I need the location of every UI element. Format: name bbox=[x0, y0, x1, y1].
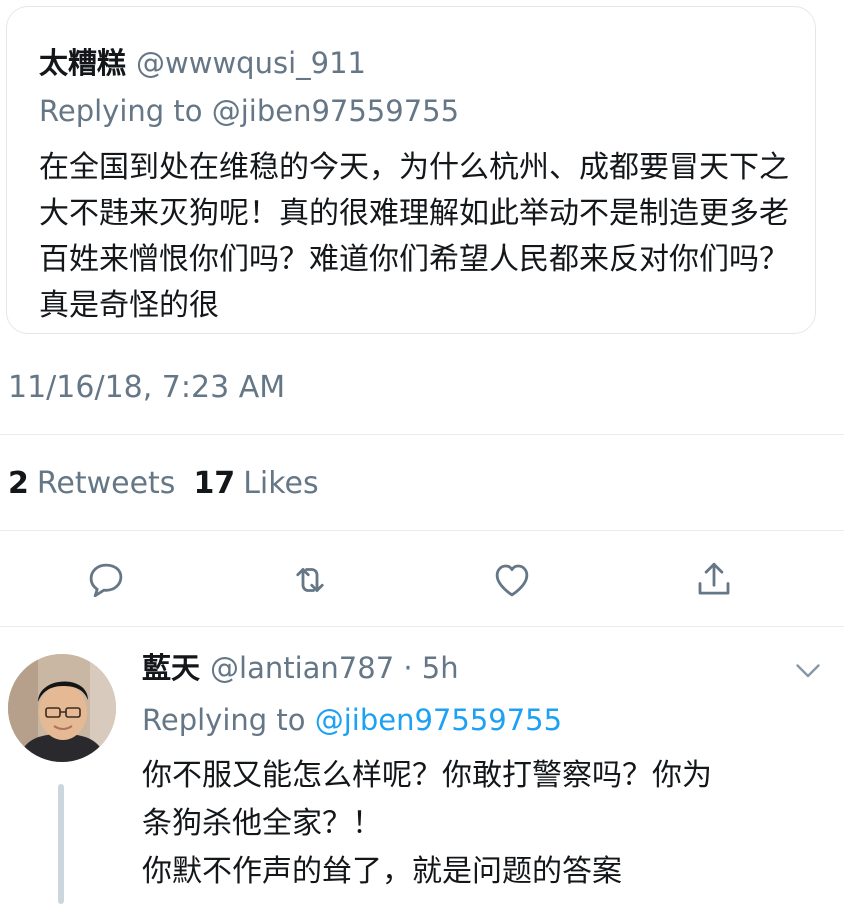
quoted-replying-to: Replying to @jiben97559755 bbox=[39, 94, 460, 128]
retweet-button[interactable] bbox=[286, 556, 334, 604]
reply-author-name[interactable]: 藍天 bbox=[142, 651, 200, 685]
reply-author-handle: @lantian787 · 5h bbox=[210, 651, 459, 685]
reply-text-line: 你不服又能怎么样呢？你敢打警察吗？你为 bbox=[142, 758, 712, 793]
reply-tweet-text: 你不服又能怎么样呢？你敢打警察吗？你为 条狗杀他全家？！ 你默不作声的耸了，就是… bbox=[142, 752, 832, 896]
share-button[interactable] bbox=[690, 556, 738, 604]
divider bbox=[0, 626, 844, 627]
divider bbox=[0, 530, 844, 531]
tweet-stats: 2 Retweets 17 Likes bbox=[8, 464, 319, 504]
reply-button[interactable] bbox=[82, 556, 130, 604]
quoted-tweet-text: 在全国到处在维稳的今天，为什么杭州、成都要冒天下之大不韪来灭狗呢！真的很难理解如… bbox=[39, 150, 789, 323]
likes-count: 17 bbox=[193, 466, 236, 501]
share-icon bbox=[698, 562, 730, 595]
quoted-author-handle: @wwwqusi_911 bbox=[136, 46, 366, 80]
reply-text-line: 条狗杀他全家？！ bbox=[142, 806, 382, 841]
like-button[interactable] bbox=[488, 556, 536, 604]
divider bbox=[0, 434, 844, 435]
reply-text-line: 你默不作声的耸了，就是问题的答案 bbox=[142, 854, 622, 889]
quoted-tweet-card[interactable]: 太糟糕 @wwwqusi_911 Replying to @jiben975597… bbox=[6, 6, 816, 334]
quoted-tweet-header: 太糟糕 @wwwqusi_911 bbox=[39, 45, 366, 81]
avatar[interactable] bbox=[8, 654, 116, 762]
avatar-photo bbox=[8, 654, 116, 762]
likes-label: Likes bbox=[243, 466, 319, 501]
replying-to-mention[interactable]: @jiben97559755 bbox=[315, 703, 562, 737]
replying-to-label: Replying to bbox=[142, 703, 306, 737]
reply-replying-to: Replying to @jiben97559755 bbox=[142, 700, 562, 740]
thread-line bbox=[58, 784, 64, 904]
quoted-author-name: 太糟糕 bbox=[39, 46, 127, 80]
reply-icon bbox=[89, 563, 123, 598]
retweets-stat[interactable]: 2 Retweets bbox=[8, 466, 175, 501]
retweet-icon bbox=[296, 568, 324, 592]
retweets-count: 2 bbox=[8, 466, 29, 501]
reply-tweet[interactable]: 藍天 @lantian787 · 5h Replying to @jiben975… bbox=[0, 640, 844, 904]
chevron-down-icon[interactable] bbox=[790, 652, 826, 688]
reply-header: 藍天 @lantian787 · 5h bbox=[142, 648, 459, 688]
tweet-timestamp[interactable]: 11/16/18, 7:23 AM bbox=[8, 368, 285, 408]
heart-icon bbox=[495, 564, 529, 597]
retweets-label: Retweets bbox=[36, 466, 176, 501]
likes-stat[interactable]: 17 Likes bbox=[193, 466, 318, 501]
